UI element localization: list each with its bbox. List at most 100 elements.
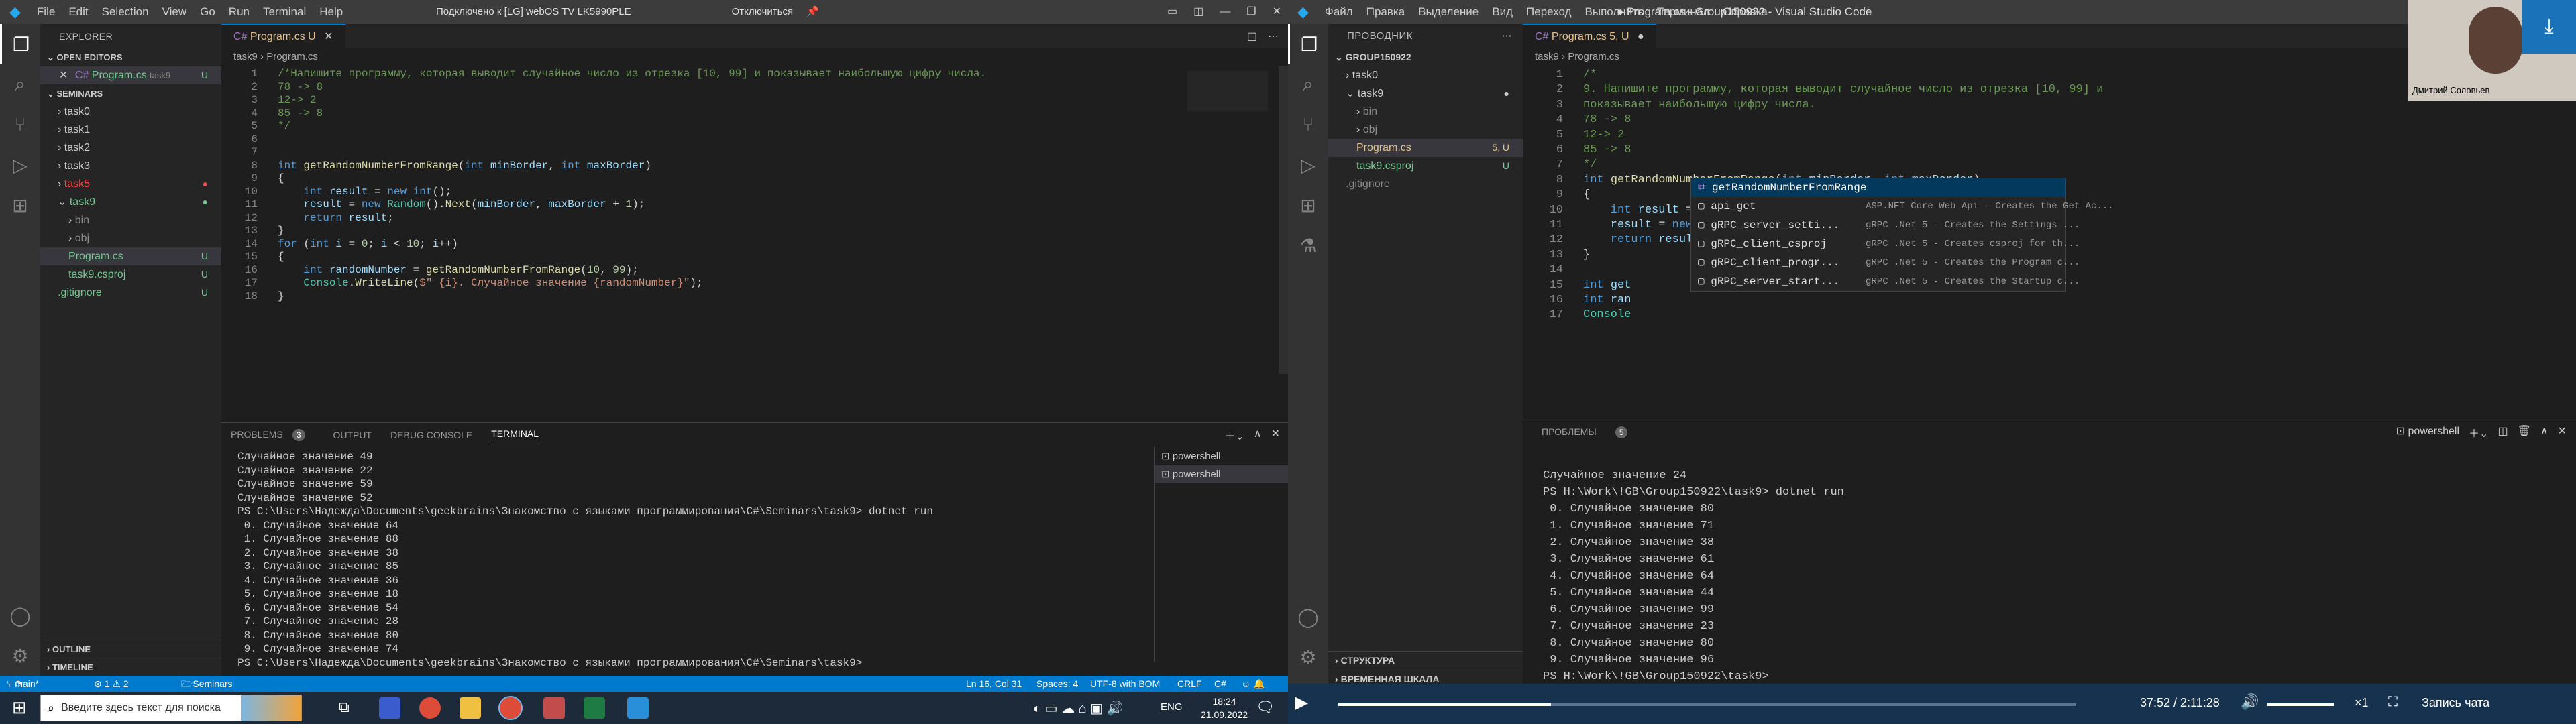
chrome-icon[interactable]	[419, 697, 441, 719]
tree-item[interactable]: › task1	[40, 121, 221, 139]
feedback-icon[interactable]: ☺ 🔔	[1241, 676, 1265, 692]
menu-item[interactable]: Файл	[1325, 5, 1353, 18]
code-line[interactable]: return result;	[278, 210, 393, 226]
code-editor[interactable]: 1 /*Напишите программу, которая выводит с…	[221, 66, 1288, 414]
tab-program-cs[interactable]: C# Program.cs 5, U ●	[1523, 24, 1656, 48]
menu-item[interactable]: Terminal	[263, 5, 306, 18]
tree-item[interactable]: ⌄ task9 ●	[1328, 84, 1523, 103]
breadcrumb[interactable]: task9 › Program.cs	[221, 48, 1288, 66]
breadcrumb-item[interactable]: › Program.cs	[1559, 51, 1619, 62]
terminal-instance[interactable]: ⊡ powershell	[1155, 465, 1288, 483]
terminal-kind[interactable]: ⊡ powershell	[2396, 424, 2459, 440]
problems-status[interactable]: ⊗ 1 ⚠ 2	[94, 676, 129, 692]
new-terminal-icon[interactable]: ＋⌄	[2469, 424, 2488, 440]
folder-header[interactable]: ⌄ GROUP150922	[1328, 48, 1523, 66]
run-debug-icon[interactable]: ▷	[0, 145, 40, 185]
menu-item[interactable]: Edit	[68, 5, 88, 18]
tree-item[interactable]: ⌄ task9 ●	[40, 193, 221, 211]
manage-gear-icon[interactable]: ⚙	[0, 636, 40, 676]
menu-item[interactable]: Правка	[1366, 5, 1405, 18]
breadcrumb-item[interactable]: task9	[1535, 51, 1559, 62]
tree-item[interactable]: › obj	[40, 229, 221, 247]
maximize-panel-icon[interactable]: ∧	[1254, 427, 1262, 443]
chat-record-button[interactable]: Запись чата	[2422, 696, 2489, 710]
encoding[interactable]: UTF-8 with BOM	[1090, 676, 1160, 692]
tree-item[interactable]: › task0	[1328, 66, 1523, 84]
workspace-status[interactable]: 🗁 Seminars	[181, 676, 233, 692]
folder-header[interactable]: ⌄ SEMINARS	[40, 84, 221, 103]
autocomplete-item[interactable]: ⧉ getRandomNumberFromRange	[1691, 178, 2065, 197]
tab-close-icon[interactable]: ✕	[324, 31, 333, 42]
outline-section[interactable]: › OUTLINE	[40, 640, 221, 658]
code-line[interactable]: }	[1583, 246, 1590, 265]
unsaved-dot-icon[interactable]: ●	[1638, 31, 1644, 42]
explorer-icon[interactable]: ❐	[1288, 24, 1328, 64]
panel-tab[interactable]: DEBUG CONSOLE	[390, 430, 472, 440]
close-icon[interactable]: ✕	[59, 70, 68, 81]
fullscreen-icon[interactable]: ⛶	[2388, 695, 2398, 710]
maximize-panel-icon[interactable]: ∧	[2540, 424, 2548, 440]
menu-item[interactable]: View	[162, 5, 187, 18]
tree-item[interactable]: Program.cs U	[40, 247, 221, 265]
manage-gear-icon[interactable]: ⚙	[1288, 637, 1328, 677]
volume-icon[interactable]: 🔊	[2241, 693, 2259, 711]
autocomplete-popup[interactable]: ⧉ getRandomNumberFromRange ▢ api_get ASP.N…	[1690, 178, 2114, 292]
source-control-icon[interactable]: ⑂	[0, 105, 40, 145]
code-line[interactable]: /*Напишите программу, которая выводит сл…	[278, 66, 986, 82]
volume-slider[interactable]	[2267, 703, 2334, 706]
tree-item[interactable]: › obj	[1328, 121, 1523, 139]
tab-program-cs[interactable]: C# Program.cs U ✕	[221, 24, 345, 48]
code-line[interactable]: return result;	[1583, 231, 1707, 249]
chrome-icon-2[interactable]	[498, 696, 523, 720]
account-icon[interactable]: ◯	[1288, 597, 1328, 637]
account-icon[interactable]: ◯	[0, 595, 40, 636]
tree-item[interactable]: › task2	[40, 139, 221, 157]
autocomplete-item[interactable]: ▢ gRPC_server_start... gRPC .Net 5 - Crea…	[1691, 272, 2080, 291]
language-indicator[interactable]: ENG	[1161, 701, 1183, 713]
source-control-icon[interactable]: ⑂	[1288, 105, 1328, 145]
tree-item[interactable]: › task5 ●	[40, 175, 221, 193]
menu-item[interactable]: File	[37, 5, 55, 18]
editor-scrollbar[interactable]	[1279, 66, 1288, 374]
layout-icon[interactable]: ▭	[1167, 0, 1177, 24]
tree-item[interactable]: task9.csproj U	[40, 265, 221, 284]
testing-icon[interactable]: ⚗	[1288, 225, 1328, 265]
autocomplete-item[interactable]: ▢ api_get ASP.NET Core Web Api - Creates …	[1691, 197, 2114, 216]
code-line[interactable]: Console	[1583, 306, 1631, 324]
autocomplete-item[interactable]: ▢ gRPC_server_setti... gRPC .Net 5 - Crea…	[1691, 216, 2080, 235]
code-line[interactable]: */	[278, 118, 290, 134]
tree-item[interactable]: › task0	[40, 103, 221, 121]
taskbar-search[interactable]: ⌕ Введите здесь текст для поиска	[40, 695, 302, 721]
clock[interactable]: 18:24 21.09.2022	[1201, 695, 1248, 721]
indentation[interactable]: Spaces: 4	[1036, 676, 1078, 692]
terminal-instance[interactable]: ⊡ powershell	[1155, 447, 1288, 465]
tab-problems[interactable]: ПРОБЛЕМЫ 5	[1532, 426, 1637, 438]
minimize-button[interactable]: —	[1220, 0, 1230, 24]
run-debug-icon[interactable]: ▷	[1288, 145, 1328, 185]
app-icon-2[interactable]	[543, 697, 565, 719]
menu-item[interactable]: Переход	[1526, 5, 1572, 18]
disconnect-button[interactable]: Отключиться	[732, 0, 793, 24]
excel-icon[interactable]	[584, 697, 605, 719]
tree-item[interactable]: › bin	[1328, 103, 1523, 121]
branch-status[interactable]: ⑂ main* ⟳	[7, 676, 39, 692]
panel-tab[interactable]: OUTPUT	[333, 430, 372, 440]
menu-item[interactable]: Selection	[102, 5, 149, 18]
explorer-icon[interactable]: ❐	[0, 24, 40, 64]
autocomplete-item[interactable]: ▢ gRPC_client_csproj gRPC .Net 5 - Create…	[1691, 235, 2080, 253]
tree-item[interactable]: Program.cs 5, U	[1328, 139, 1523, 157]
terminal-output[interactable]: Случайное значение 49 Случайное значение …	[237, 450, 1123, 670]
windows-start-icon[interactable]: ⊞	[12, 697, 27, 718]
tree-item[interactable]: .gitignore	[1328, 175, 1523, 193]
search-icon[interactable]: ⌕	[1288, 64, 1328, 105]
code-line[interactable]: Console.WriteLine($" {i}. Случайное знач…	[278, 275, 702, 291]
breadcrumb-item[interactable]: › Program.cs	[258, 51, 318, 62]
tree-item[interactable]: task9.csproj U	[1328, 157, 1523, 175]
extensions-icon[interactable]: ⊞	[1288, 185, 1328, 225]
menu-item[interactable]: Go	[200, 5, 215, 18]
pin-icon[interactable]: 📌	[806, 0, 819, 24]
split-terminal-icon[interactable]: ◫	[2498, 424, 2508, 440]
code-line[interactable]: int getRandomNumberFromRange(int minBord…	[278, 158, 651, 174]
breadcrumb-item[interactable]: task9	[233, 51, 258, 62]
timeline-section[interactable]: › TIMELINE	[40, 658, 221, 676]
